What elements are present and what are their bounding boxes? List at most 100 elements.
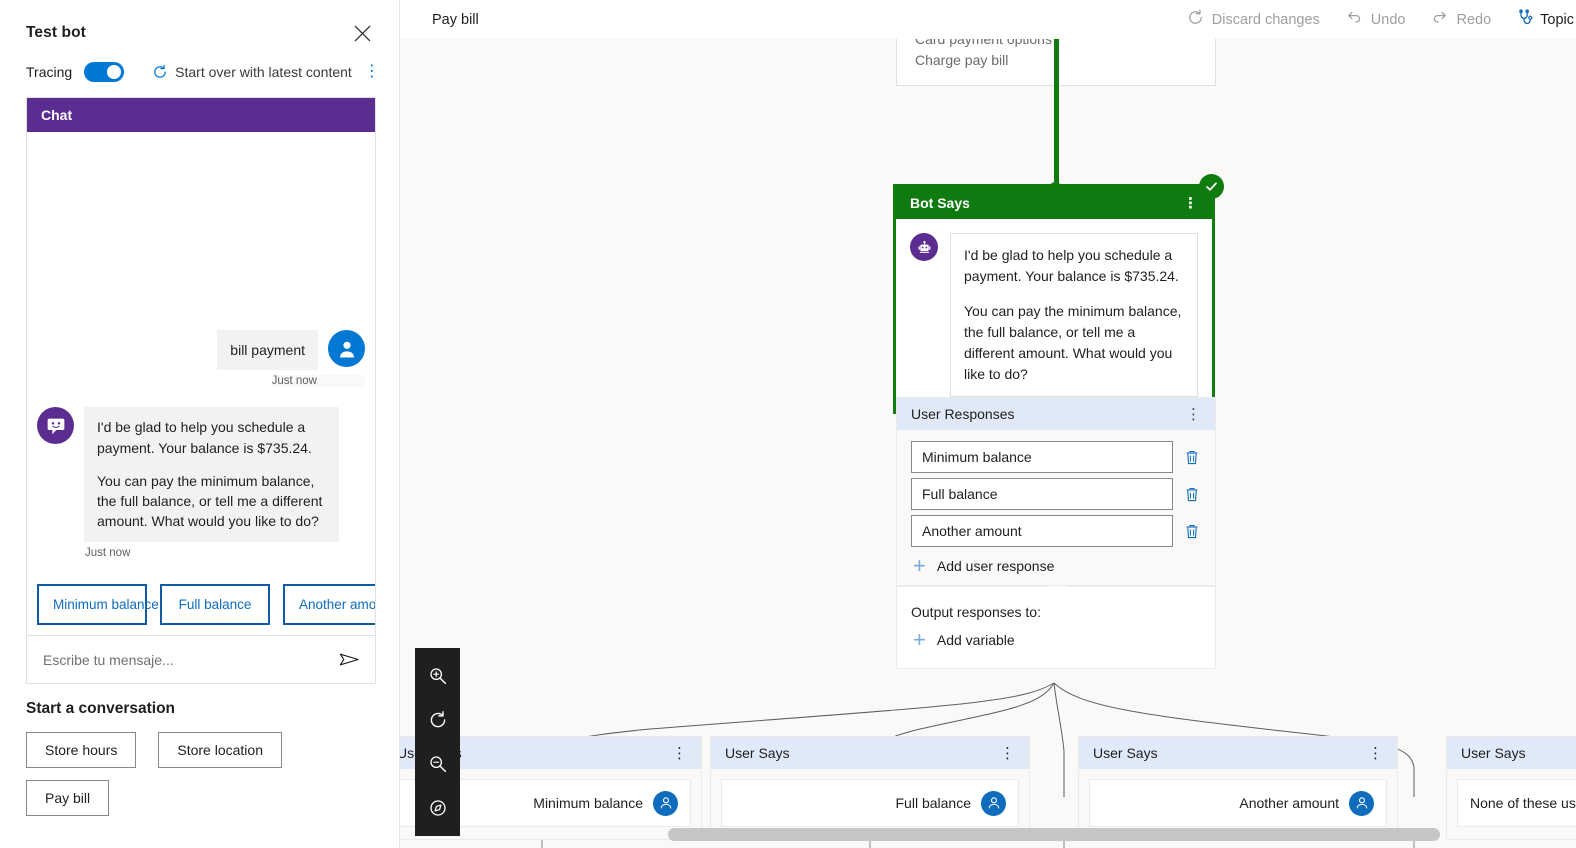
toolbar-actions: Discard changes Undo Redo (1187, 0, 1576, 39)
node-user-says-none-of-these[interactable]: User Says ⋮ None of these use (1446, 736, 1576, 840)
node-user-says-text: Another amount (1239, 795, 1339, 811)
bot-node-avatar-icon (910, 233, 938, 261)
zoom-out-icon[interactable] (415, 742, 460, 786)
node-user-says-text: Full balance (896, 795, 972, 811)
chat-widget: Chat bill payment Just now (26, 97, 376, 684)
editor-area: Pay bill Discard changes Undo (400, 0, 1576, 848)
user-response-row (911, 441, 1201, 473)
undo-button[interactable]: Undo (1346, 9, 1406, 30)
redo-icon (1431, 9, 1448, 30)
chat-bubble-text: I'd be glad to help you schedule a payme… (84, 407, 339, 541)
discard-changes-button[interactable]: Discard changes (1187, 9, 1320, 30)
trash-icon[interactable] (1183, 449, 1201, 466)
more-vertical-icon[interactable]: ⋮ (1000, 746, 1015, 761)
node-message-paragraph: I'd be glad to help you schedule a payme… (964, 245, 1184, 287)
user-node-avatar-icon (653, 791, 678, 816)
user-response-row (911, 478, 1201, 510)
node-notch (1047, 586, 1067, 597)
node-bot-says[interactable]: Bot Says ⋮ I'd be glad to help you sched… (893, 184, 1215, 414)
app-root: Test bot Tracing Start over with latest … (0, 0, 1576, 848)
node-user-says-body: None of these use (1457, 779, 1576, 827)
close-icon[interactable] (347, 18, 377, 48)
node-user-says-body: Another amount (1089, 779, 1387, 827)
node-user-says-text: Minimum balance (533, 795, 643, 811)
user-response-input-1[interactable] (911, 478, 1173, 510)
chat-message-list: bill payment Just now I'd be gl (27, 132, 375, 576)
node-user-says-text: None of these use (1470, 795, 1576, 811)
suggested-action-minimum-balance[interactable]: Minimum balance (37, 584, 147, 625)
zoom-in-icon[interactable] (415, 654, 460, 698)
node-bot-says-header: Bot Says ⋮ (896, 187, 1212, 219)
fit-to-screen-icon[interactable] (415, 786, 460, 830)
node-bot-says-title: Bot Says (910, 195, 970, 211)
node-user-says-title: User Says (725, 745, 790, 761)
more-vertical-icon[interactable]: ⋮ (364, 64, 380, 80)
starter-button-store-location[interactable]: Store location (158, 732, 282, 768)
node-message-paragraph: You can pay the minimum balance, the ful… (964, 301, 1184, 385)
connector-stem (1054, 39, 1059, 189)
bot-avatar-icon (37, 407, 74, 444)
conversation-starters: Start a conversation Store hours Store l… (26, 700, 376, 828)
add-variable-label: Add variable (937, 632, 1015, 648)
send-icon[interactable] (338, 648, 361, 671)
topic-checker-label: Topic (1540, 12, 1574, 28)
starter-title: Start a conversation (26, 700, 376, 718)
test-bot-header: Test bot (0, 0, 399, 48)
discard-changes-label: Discard changes (1212, 12, 1320, 28)
node-user-says-header: User Says ⋮ (1079, 737, 1397, 769)
more-vertical-icon[interactable]: ⋮ (1186, 407, 1201, 422)
node-user-says-full-balance[interactable]: User Says ⋮ Full balance (710, 736, 1030, 840)
node-bot-says-message[interactable]: I'd be glad to help you schedule a payme… (950, 233, 1198, 397)
plus-icon: + (913, 629, 926, 651)
node-user-says-title: User Says (1093, 745, 1158, 761)
tracing-toggle[interactable] (84, 62, 124, 82)
suggested-actions: Minimum balance Full balance Another amo… (27, 576, 375, 635)
chat-header: Chat (27, 98, 375, 132)
node-output-responses[interactable]: Output responses to: + Add variable (896, 586, 1216, 669)
redo-button[interactable]: Redo (1431, 9, 1491, 30)
toggle-knob (107, 65, 121, 79)
node-user-says-title: User Says (1461, 745, 1526, 761)
test-bot-toolbar: Tracing Start over with latest content ⋮ (0, 48, 399, 82)
add-user-response-button[interactable]: + Add user response (911, 555, 1201, 577)
trash-icon[interactable] (1183, 486, 1201, 503)
node-user-responses-body: + Add user response (897, 430, 1215, 585)
redo-label: Redo (1456, 12, 1491, 28)
chat-composer (27, 635, 375, 683)
chat-timestamp: Just now (272, 375, 365, 387)
reset-view-icon[interactable] (415, 698, 460, 742)
user-response-input-2[interactable] (911, 515, 1173, 547)
more-vertical-icon[interactable]: ⋮ (1368, 746, 1383, 761)
node-user-responses[interactable]: User Responses ⋮ (896, 397, 1216, 586)
chat-bubble-paragraph: You can pay the minimum balance, the ful… (97, 471, 326, 532)
topic-checker-button[interactable]: Topic (1517, 9, 1574, 31)
node-user-says-another-amount[interactable]: User Says ⋮ Another amount (1078, 736, 1398, 840)
canvas-zoom-toolbar (415, 648, 460, 836)
trash-icon[interactable] (1183, 523, 1201, 540)
authoring-canvas[interactable]: Can I use my temporary credit card onlin… (400, 39, 1576, 848)
user-avatar-icon (328, 330, 365, 367)
chat-input[interactable] (41, 651, 338, 669)
suggested-action-full-balance[interactable]: Full balance (160, 584, 270, 625)
starter-button-store-hours[interactable]: Store hours (26, 732, 136, 768)
more-vertical-icon[interactable]: ⋮ (672, 746, 687, 761)
user-response-input-0[interactable] (911, 441, 1173, 473)
user-node-avatar-icon (1349, 791, 1374, 816)
more-vertical-icon[interactable]: ⋮ (1183, 196, 1198, 211)
chat-timestamp: Just now (37, 547, 365, 559)
refresh-icon (152, 64, 168, 80)
canvas-horizontal-scrollbar[interactable] (668, 828, 1440, 841)
user-node-avatar-icon (981, 791, 1006, 816)
add-variable-button[interactable]: + Add variable (911, 629, 1201, 651)
topic-checker-icon (1517, 9, 1535, 31)
start-over-button[interactable]: Start over with latest content (152, 64, 352, 80)
starter-button-pay-bill[interactable]: Pay bill (26, 780, 109, 816)
node-user-says-body: Full balance (721, 779, 1019, 827)
test-bot-panel: Test bot Tracing Start over with latest … (0, 0, 400, 848)
suggested-action-another-amount[interactable]: Another amount (283, 584, 375, 625)
check-icon (1199, 174, 1224, 199)
user-response-row (911, 515, 1201, 547)
topic-toolbar: Pay bill Discard changes Undo (400, 0, 1576, 40)
tracing-label: Tracing (26, 64, 72, 80)
chat-message-user: bill payment Just now (37, 322, 365, 387)
